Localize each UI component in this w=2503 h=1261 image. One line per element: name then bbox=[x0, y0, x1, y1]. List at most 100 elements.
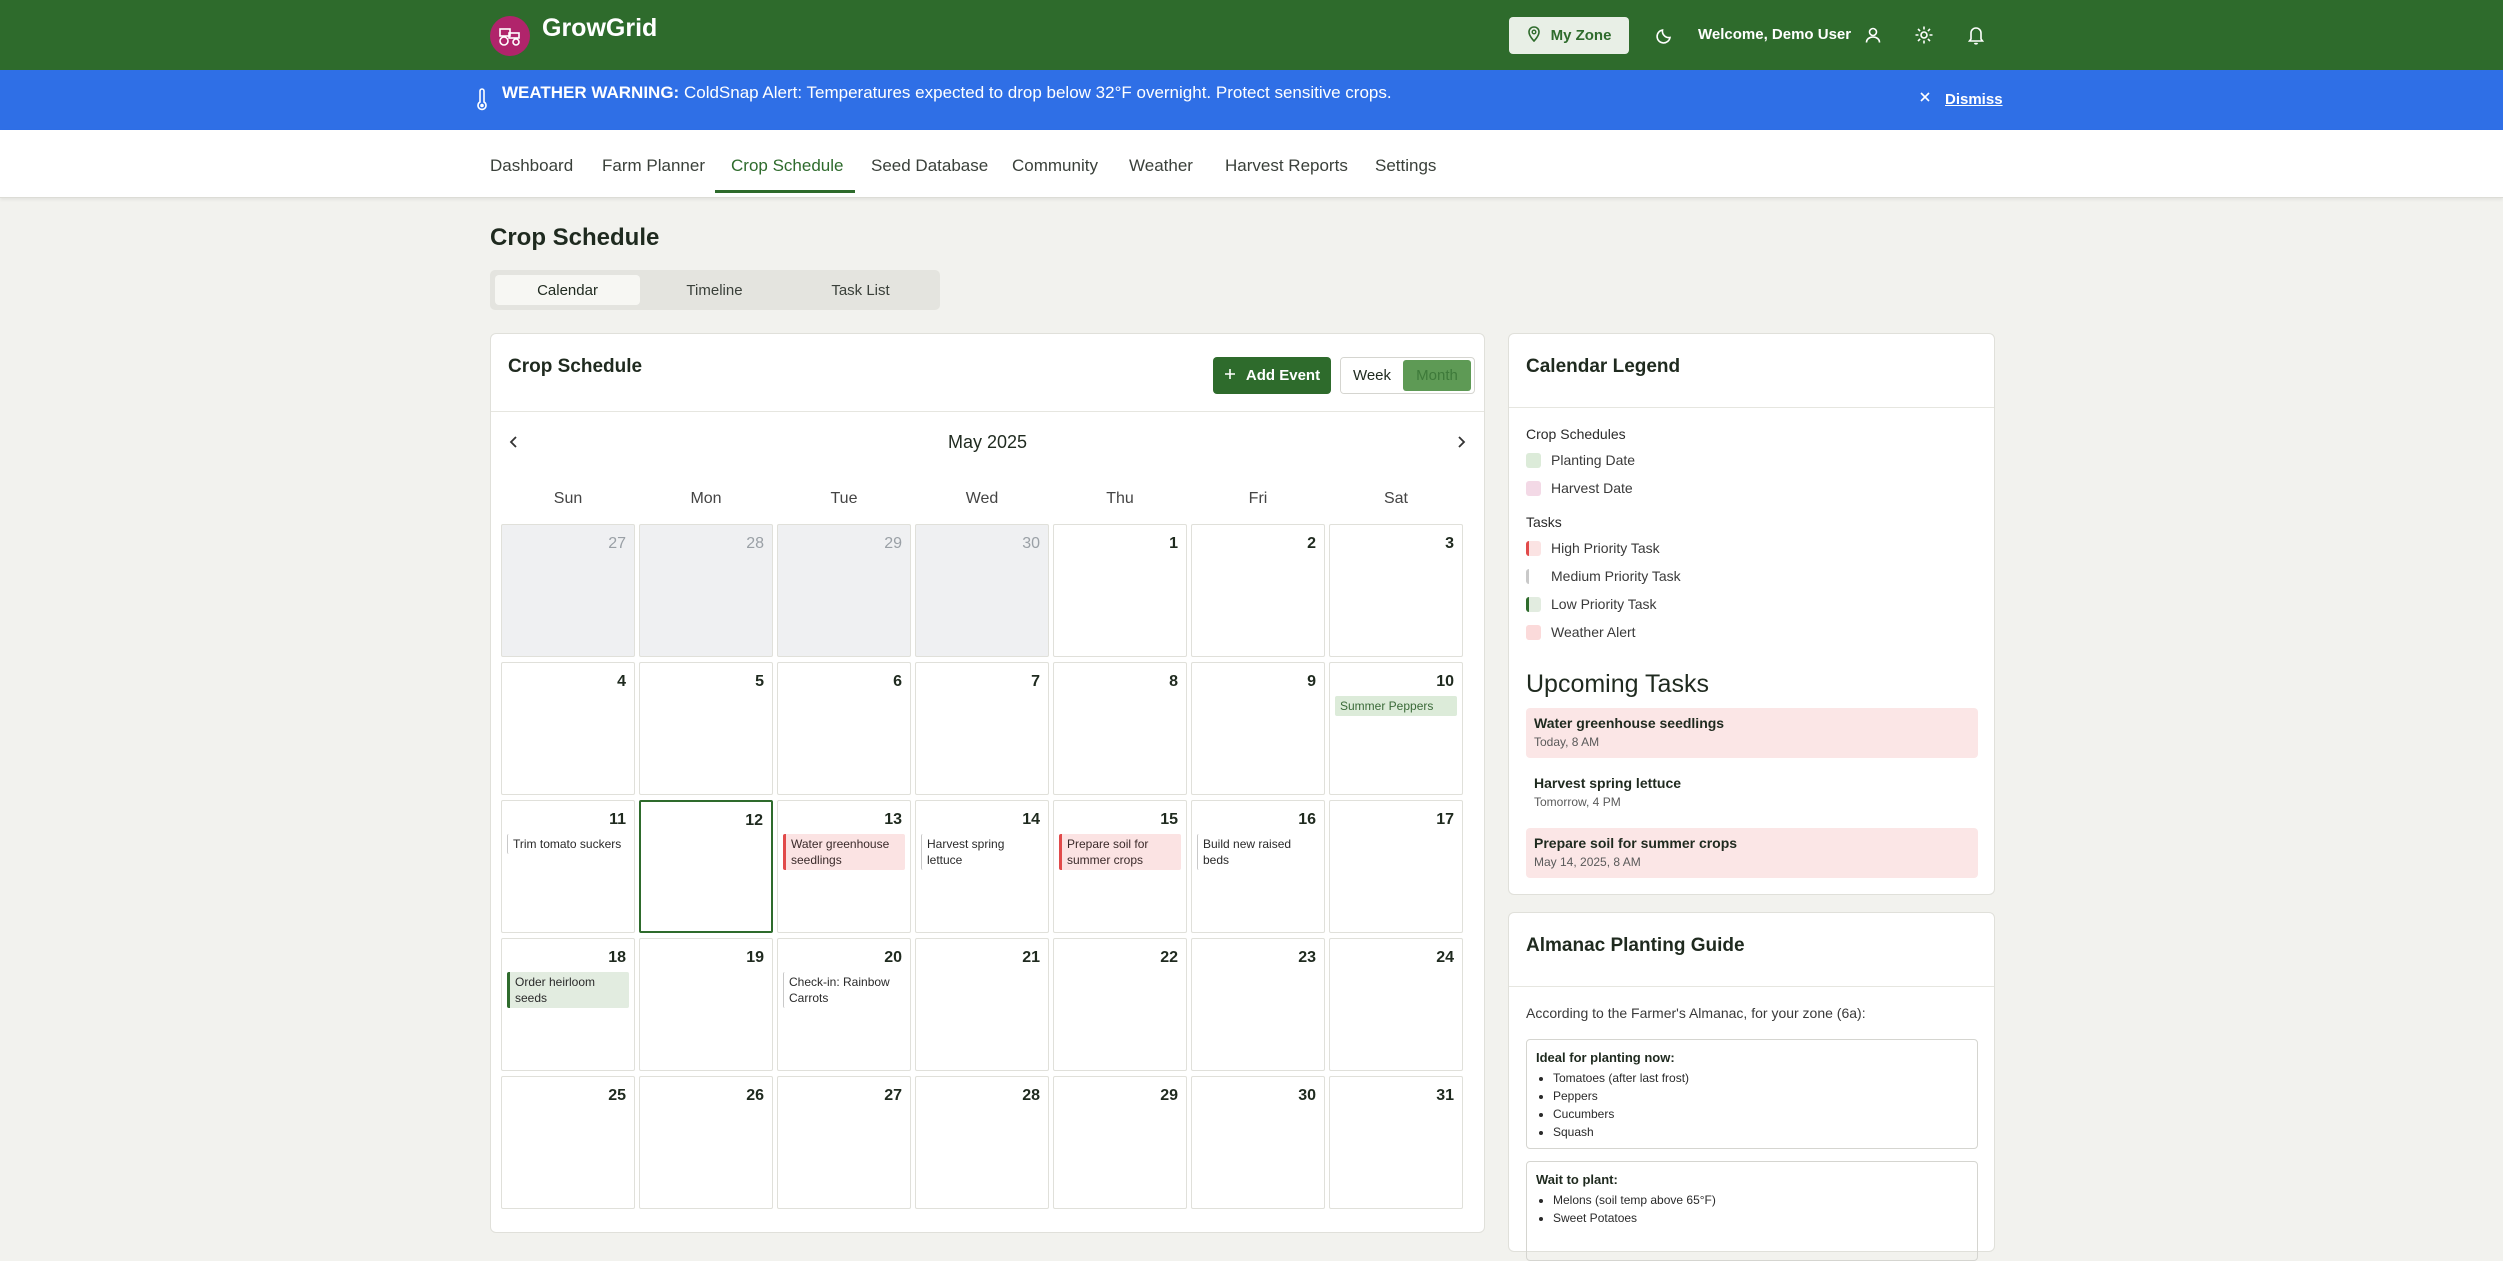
day-number: 9 bbox=[1307, 673, 1316, 690]
calendar-day[interactable]: 23 bbox=[1191, 938, 1325, 1071]
view-toggle: Week Month bbox=[1340, 357, 1475, 394]
calendar-day[interactable]: 21 bbox=[915, 938, 1049, 1071]
day-number: 30 bbox=[1022, 535, 1040, 552]
notifications-bell-icon[interactable] bbox=[1963, 22, 1989, 48]
day-number: 13 bbox=[884, 811, 902, 828]
calendar-event[interactable]: Build new raised beds bbox=[1197, 834, 1319, 870]
calendar-day[interactable]: 29 bbox=[1053, 1076, 1187, 1209]
welcome-text: Welcome, Demo User bbox=[1698, 26, 1852, 43]
calendar-day[interactable]: 27 bbox=[501, 524, 635, 657]
calendar-day[interactable]: 10 Summer Peppers bbox=[1329, 662, 1463, 795]
calendar-day[interactable]: 30 bbox=[1191, 1076, 1325, 1209]
calendar-header: Crop Schedule Add Event Week Month bbox=[491, 334, 1484, 412]
calendar-event[interactable]: Water greenhouse seedlings bbox=[783, 834, 905, 870]
calendar-day[interactable]: 6 bbox=[777, 662, 911, 795]
calendar-day[interactable]: 5 bbox=[639, 662, 773, 795]
my-zone-button[interactable]: My Zone bbox=[1509, 17, 1629, 54]
task-legend-item: Weather Alert bbox=[1526, 624, 1636, 640]
user-profile-icon[interactable] bbox=[1860, 22, 1886, 48]
tab-calendar[interactable]: Calendar bbox=[495, 275, 640, 305]
legend-swatch bbox=[1526, 624, 1541, 640]
calendar-day[interactable]: 31 bbox=[1329, 1076, 1463, 1209]
almanac-header: Almanac Planting Guide bbox=[1509, 913, 1994, 987]
day-number: 22 bbox=[1160, 949, 1178, 966]
calendar-day[interactable]: 1 bbox=[1053, 524, 1187, 657]
task-time: Today, 8 AM bbox=[1534, 735, 1600, 749]
nav-settings[interactable]: Settings bbox=[1375, 156, 1436, 176]
list-item: Melons (soil temp above 65°F) bbox=[1553, 1191, 1968, 1209]
logo-tractor-icon[interactable] bbox=[490, 16, 530, 56]
calendar-day[interactable]: 25 bbox=[501, 1076, 635, 1209]
task-name: Prepare soil for summer crops bbox=[1534, 835, 1738, 851]
calendar-day[interactable]: 24 bbox=[1329, 938, 1463, 1071]
nav-harvest-reports[interactable]: Harvest Reports bbox=[1225, 156, 1348, 176]
dismiss-link[interactable]: Dismiss bbox=[1945, 91, 2003, 108]
calendar-day[interactable]: 16 Build new raised beds bbox=[1191, 800, 1325, 933]
upcoming-task[interactable]: Water greenhouse seedlings Today, 8 AM bbox=[1526, 708, 1978, 758]
brand-name[interactable]: GrowGrid bbox=[542, 14, 657, 43]
day-number: 12 bbox=[745, 812, 763, 829]
calendar-day[interactable]: 8 bbox=[1053, 662, 1187, 795]
calendar-day[interactable]: 9 bbox=[1191, 662, 1325, 795]
nav-community[interactable]: Community bbox=[1012, 156, 1098, 176]
calendar-event[interactable]: Trim tomato suckers bbox=[507, 834, 629, 854]
calendar-day[interactable]: 30 bbox=[915, 524, 1049, 657]
calendar-day[interactable]: 27 bbox=[777, 1076, 911, 1209]
month-view-button[interactable]: Month bbox=[1403, 360, 1471, 391]
nav-weather[interactable]: Weather bbox=[1129, 156, 1193, 176]
calendar-day[interactable]: 20 Check-in: Rainbow Carrots bbox=[777, 938, 911, 1071]
calendar-day[interactable]: 15 Prepare soil for summer crops bbox=[1053, 800, 1187, 933]
weekday-sat: Sat bbox=[1383, 490, 1408, 507]
calendar-day[interactable]: 17 bbox=[1329, 800, 1463, 933]
wait-planting-title: Wait to plant: bbox=[1536, 1172, 1618, 1187]
calendar-day[interactable]: 4 bbox=[501, 662, 635, 795]
weather-warning-message: ColdSnap Alert: Temperatures expected to… bbox=[679, 83, 1392, 102]
calendar-event[interactable]: Harvest spring lettuce bbox=[921, 834, 1043, 870]
calendar-day[interactable]: 18 Order heirloom seeds bbox=[501, 938, 635, 1071]
upcoming-task[interactable]: Prepare soil for summer crops May 14, 202… bbox=[1526, 828, 1978, 878]
day-number: 2 bbox=[1307, 535, 1316, 552]
calendar-event[interactable]: Prepare soil for summer crops bbox=[1059, 834, 1181, 870]
calendar-day[interactable]: 19 bbox=[639, 938, 773, 1071]
nav-farm-planner[interactable]: Farm Planner bbox=[602, 156, 705, 176]
legend-swatch bbox=[1526, 452, 1541, 468]
nav-dashboard[interactable]: Dashboard bbox=[490, 156, 573, 176]
close-icon[interactable] bbox=[1918, 90, 1932, 109]
calendar-day[interactable]: 26 bbox=[639, 1076, 773, 1209]
weekday-fri: Fri bbox=[1248, 490, 1268, 507]
task-legend-item: Medium Priority Task bbox=[1526, 568, 1681, 584]
week-view-button[interactable]: Week bbox=[1341, 358, 1403, 393]
calendar-day[interactable]: 11 Trim tomato suckers bbox=[501, 800, 635, 933]
calendar-legend-card: Calendar Legend Crop Schedules Planting … bbox=[1508, 333, 1995, 895]
tab-task-list[interactable]: Task List bbox=[788, 275, 933, 305]
calendar-day[interactable]: 13 Water greenhouse seedlings bbox=[777, 800, 911, 933]
upcoming-tasks-title: Upcoming Tasks bbox=[1526, 670, 1709, 698]
list-item: Peppers bbox=[1553, 1087, 1968, 1105]
calendar-event[interactable]: Order heirloom seeds bbox=[507, 972, 629, 1008]
day-number: 14 bbox=[1022, 811, 1040, 828]
calendar-day[interactable]: 14 Harvest spring lettuce bbox=[915, 800, 1049, 933]
calendar-day[interactable]: 7 bbox=[915, 662, 1049, 795]
calendar-day[interactable]: 28 bbox=[639, 524, 773, 657]
location-pin-icon bbox=[1527, 25, 1541, 46]
next-month-chevron-icon[interactable] bbox=[1453, 434, 1469, 455]
task-name: Harvest spring lettuce bbox=[1534, 775, 1682, 791]
nav-seed-database[interactable]: Seed Database bbox=[871, 156, 988, 176]
calendar-day[interactable]: 28 bbox=[915, 1076, 1049, 1209]
calendar-event[interactable]: Check-in: Rainbow Carrots bbox=[783, 972, 905, 1008]
calendar-day[interactable]: 29 bbox=[777, 524, 911, 657]
calendar-day[interactable]: 3 bbox=[1329, 524, 1463, 657]
calendar-day[interactable]: 2 bbox=[1191, 524, 1325, 657]
upcoming-task[interactable]: Harvest spring lettuce Tomorrow, 4 PM bbox=[1526, 768, 1978, 818]
calendar-day[interactable]: 22 bbox=[1053, 938, 1187, 1071]
tab-timeline[interactable]: Timeline bbox=[642, 275, 787, 305]
add-event-button[interactable]: Add Event bbox=[1213, 357, 1331, 394]
calendar-day-today[interactable]: 12 bbox=[639, 800, 773, 933]
nav-crop-schedule[interactable]: Crop Schedule bbox=[731, 156, 843, 176]
legend-label: Weather Alert bbox=[1551, 624, 1636, 640]
settings-gear-icon[interactable] bbox=[1911, 22, 1937, 48]
task-time: Tomorrow, 4 PM bbox=[1534, 795, 1621, 809]
calendar-event[interactable]: Summer Peppers bbox=[1335, 696, 1457, 716]
dark-mode-moon-icon[interactable] bbox=[1652, 22, 1678, 48]
day-number: 26 bbox=[746, 1087, 764, 1104]
